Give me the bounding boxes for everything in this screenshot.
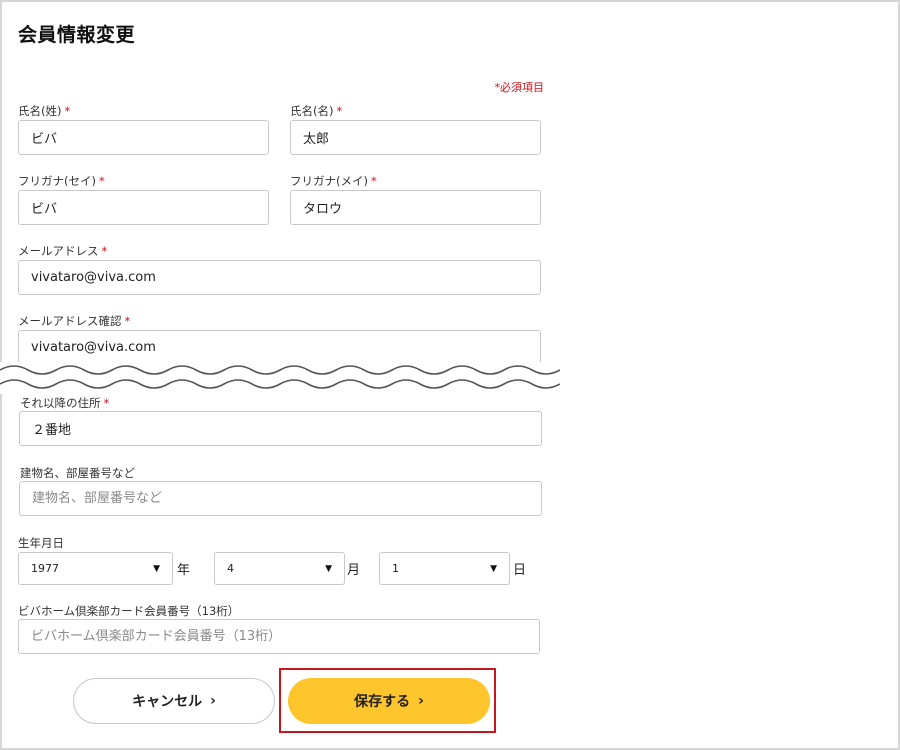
- required-note: *必須項目: [494, 81, 545, 94]
- required-mark: *: [336, 104, 343, 118]
- email-confirm-label: メールアドレス確認 *: [18, 314, 131, 328]
- address-rest-label: それ以降の住所 *: [20, 396, 110, 410]
- birth-year-select[interactable]: 1977 ▼: [18, 552, 173, 585]
- birth-day-select[interactable]: 1 ▼: [379, 552, 510, 585]
- building-input[interactable]: [19, 481, 542, 516]
- first-name-input[interactable]: [290, 120, 541, 155]
- year-unit-label: 年: [177, 563, 191, 578]
- birth-month-select[interactable]: 4 ▼: [214, 552, 345, 585]
- required-mark: *: [103, 396, 110, 410]
- card-number-label: ビバホーム倶楽部カード会員番号（13桁）: [18, 604, 240, 618]
- email-input[interactable]: [18, 260, 541, 295]
- first-name-label: 氏名(名) *: [290, 104, 343, 118]
- cut-separator-wave: [0, 362, 560, 394]
- chevron-right-icon: ›: [210, 693, 216, 709]
- chevron-down-icon: ▼: [490, 563, 497, 574]
- page-title: 会員情報変更: [18, 24, 136, 46]
- required-mark: *: [124, 314, 131, 328]
- required-mark: *: [98, 174, 105, 188]
- address-rest-input[interactable]: [19, 411, 542, 446]
- required-mark: *: [64, 104, 71, 118]
- building-label: 建物名、部屋番号など: [20, 466, 135, 480]
- month-unit-label: 月: [347, 563, 361, 578]
- email-confirm-input[interactable]: [18, 330, 541, 365]
- save-button-highlight: [279, 668, 496, 733]
- last-name-input[interactable]: [18, 120, 269, 155]
- chevron-down-icon: ▼: [325, 563, 332, 574]
- birthdate-label: 生年月日: [18, 536, 64, 550]
- chevron-down-icon: ▼: [153, 563, 160, 574]
- day-unit-label: 日: [513, 563, 527, 578]
- card-number-input[interactable]: [18, 619, 540, 654]
- last-name-kana-input[interactable]: [18, 190, 269, 225]
- first-name-kana-input[interactable]: [290, 190, 541, 225]
- first-name-kana-label: フリガナ(メイ) *: [290, 174, 377, 188]
- email-label: メールアドレス *: [18, 244, 108, 258]
- required-mark: *: [370, 174, 377, 188]
- last-name-label: 氏名(姓) *: [18, 104, 71, 118]
- last-name-kana-label: フリガナ(セイ) *: [18, 174, 105, 188]
- required-mark: *: [101, 244, 108, 258]
- cancel-button[interactable]: キャンセル ›: [73, 678, 275, 724]
